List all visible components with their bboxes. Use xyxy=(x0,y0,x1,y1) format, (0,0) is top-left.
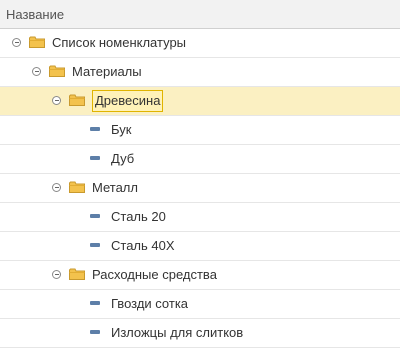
folder-icon xyxy=(49,65,65,77)
collapse-icon[interactable] xyxy=(52,183,61,192)
tree-row-item[interactable]: Сталь 40Х xyxy=(0,232,400,261)
tree-row-item[interactable]: Изложцы для слитков xyxy=(0,319,400,348)
collapse-icon[interactable] xyxy=(52,96,61,105)
tree-row-label: Расходные средства xyxy=(92,267,217,282)
tree-row-label: Сталь 20 xyxy=(111,209,166,224)
folder-icon xyxy=(29,36,45,48)
collapse-icon[interactable] xyxy=(12,38,21,47)
tree-row-label: Изложцы для слитков xyxy=(111,325,244,340)
tree-row-label: Древесина xyxy=(92,90,164,112)
tree-row-item[interactable]: Дуб xyxy=(0,145,400,174)
tree-row-folder[interactable]: Древесина xyxy=(0,87,400,116)
tree-row-folder[interactable]: Расходные средства xyxy=(0,261,400,290)
tree-body: Список номенклатуры Материалы Древесина Б… xyxy=(0,29,400,348)
tree-view: Название Список номенклатуры Материалы Д… xyxy=(0,0,400,360)
item-icon xyxy=(90,330,100,334)
item-icon xyxy=(90,127,100,131)
column-header-name[interactable]: Название xyxy=(0,0,400,29)
tree-row-label: Дуб xyxy=(111,151,135,166)
folder-icon xyxy=(69,94,85,106)
item-icon xyxy=(90,156,100,160)
tree-row-label: Сталь 40Х xyxy=(111,238,175,253)
tree-row-item[interactable]: Гвозди сотка xyxy=(0,290,400,319)
column-header-label: Название xyxy=(6,7,65,22)
item-icon xyxy=(90,214,100,218)
tree-row-label: Материалы xyxy=(72,64,142,79)
tree-row-folder[interactable]: Металл xyxy=(0,174,400,203)
collapse-icon[interactable] xyxy=(52,270,61,279)
folder-icon xyxy=(69,268,85,280)
folder-icon xyxy=(69,181,85,193)
item-icon xyxy=(90,301,100,305)
item-icon xyxy=(90,243,100,247)
tree-row-folder[interactable]: Материалы xyxy=(0,58,400,87)
tree-row-folder[interactable]: Список номенклатуры xyxy=(0,29,400,58)
tree-row-item[interactable]: Бук xyxy=(0,116,400,145)
tree-row-item[interactable]: Сталь 20 xyxy=(0,203,400,232)
tree-row-label: Металл xyxy=(92,180,138,195)
tree-row-label: Список номенклатуры xyxy=(52,35,187,50)
collapse-icon[interactable] xyxy=(32,67,41,76)
tree-row-label: Гвозди сотка xyxy=(111,296,189,311)
tree-row-label: Бук xyxy=(111,122,132,137)
